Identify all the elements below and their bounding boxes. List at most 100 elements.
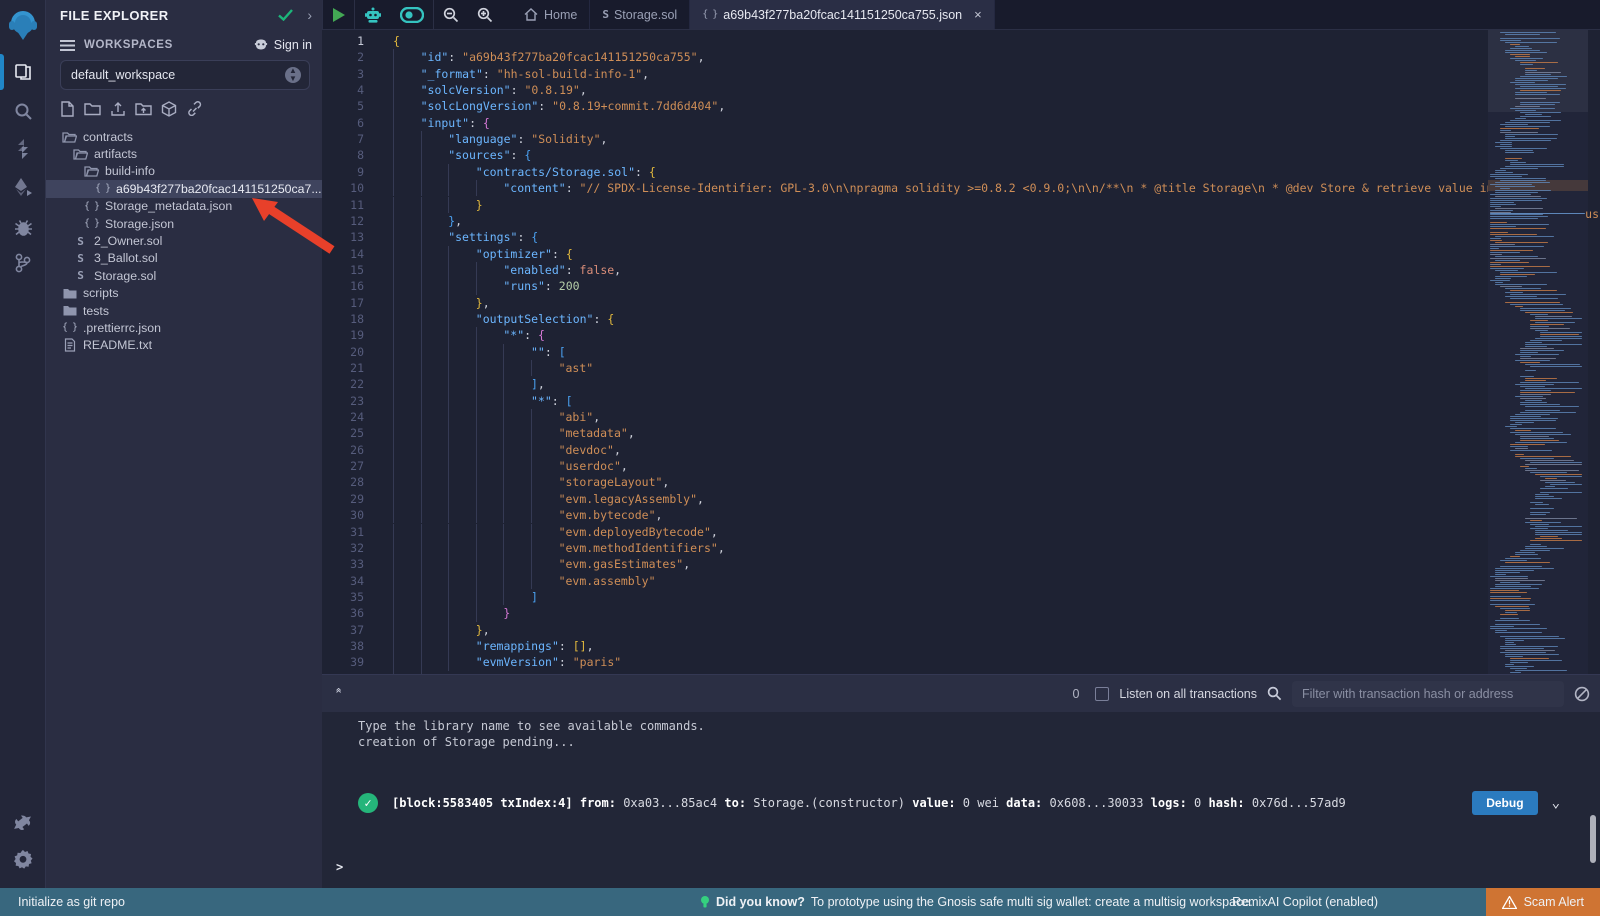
- upload-file-icon[interactable]: [110, 101, 126, 117]
- line-number: 22: [350, 376, 364, 392]
- tree-item-label: tests: [83, 304, 109, 318]
- code-line-9: "contracts/Storage.sol": {: [393, 164, 656, 180]
- code-line-25: "metadata",: [393, 425, 635, 441]
- terminal-toolbar: ⌃⌃ 0 Listen on all transactions: [322, 674, 1600, 712]
- tree-item-readme-txt[interactable]: README.txt: [46, 337, 322, 354]
- code-line-5: "solcLongVersion": "0.8.19+commit.7dd6d4…: [393, 98, 725, 114]
- tab-label: Home: [544, 8, 577, 22]
- tx-expand-chevron-icon[interactable]: ⌄: [1552, 795, 1560, 811]
- line-number: 27: [350, 458, 364, 474]
- clear-console-icon[interactable]: [1574, 686, 1590, 702]
- github-sign-in[interactable]: Sign in: [253, 38, 312, 52]
- code-line-28: "storageLayout",: [393, 474, 669, 490]
- line-number: 13: [350, 229, 364, 245]
- workspaces-label: WORKSPACES: [84, 39, 253, 51]
- link-icon[interactable]: [186, 101, 203, 117]
- terminal[interactable]: Type the library name to see available c…: [322, 712, 1600, 888]
- line-number: 15: [350, 262, 364, 278]
- tree-item-a69b43f277ba20fcac141151250ca7-[interactable]: { }a69b43f277ba20fcac141151250ca7...: [46, 180, 322, 197]
- tree-item-storage-sol[interactable]: SStorage.sol: [46, 267, 322, 284]
- new-folder-icon[interactable]: [84, 101, 101, 117]
- line-number: 10: [350, 180, 364, 196]
- load-cube-icon[interactable]: [161, 101, 177, 117]
- tx-log-text: [block:5583405 txIndex:4] from: 0xa03...…: [392, 796, 1346, 810]
- copilot-toggle[interactable]: [391, 0, 433, 29]
- editor-code: {"id": "a69b43f277ba20fcac141151250ca755…: [380, 30, 1488, 704]
- transaction-log-row[interactable]: ✓ [block:5583405 txIndex:4] from: 0xa03.…: [358, 791, 1560, 815]
- solidity-file-icon: S: [73, 269, 88, 282]
- debugger-icon[interactable]: [0, 212, 46, 242]
- code-line-17: },: [393, 295, 490, 311]
- zoom-out-icon[interactable]: [434, 0, 468, 29]
- editor-tabs: Home SStorage.sol{ }a69b43f277ba20fcac141…: [512, 0, 995, 29]
- workspaces-menu-icon[interactable]: [60, 39, 75, 52]
- listen-all-transactions-checkbox[interactable]: [1095, 687, 1109, 701]
- solidity-compiler-icon[interactable]: [0, 134, 46, 164]
- tree-item--prettierrc-json[interactable]: { }.prettierrc.json: [46, 319, 322, 336]
- workspace-name: default_workspace: [71, 68, 285, 82]
- tree-item-tests[interactable]: tests: [46, 302, 322, 319]
- tab-storage-sol[interactable]: SStorage.sol: [590, 0, 690, 29]
- code-line-6: "input": {: [393, 115, 490, 131]
- new-file-icon[interactable]: [60, 101, 75, 117]
- code-editor[interactable]: 1234567891011121314151617181920212223242…: [322, 30, 1600, 704]
- remixai-assistant-icon[interactable]: [355, 0, 391, 29]
- plugin-manager-icon[interactable]: [0, 808, 46, 838]
- file-tree: contractsartifacts build-info { }a69b43f27…: [46, 128, 322, 354]
- line-number: 23: [350, 393, 364, 409]
- file-explorer-icon[interactable]: [0, 57, 46, 87]
- tab-a69b43f277ba20fcac141151250ca755-json[interactable]: { }a69b43f277ba20fcac141151250ca755.json…: [690, 0, 995, 29]
- tree-item-label: 2_Owner.sol: [94, 234, 162, 248]
- editor-topbar: Home SStorage.sol{ }a69b43f277ba20fcac141…: [322, 0, 1600, 30]
- scam-alert-button[interactable]: Scam Alert: [1486, 888, 1600, 916]
- tx-success-check-icon: ✓: [358, 793, 378, 813]
- zoom-in-icon[interactable]: [468, 0, 502, 29]
- line-number: 29: [350, 491, 364, 507]
- tree-item-build-info[interactable]: build-info: [46, 163, 322, 180]
- copilot-status[interactable]: RemixAI Copilot (enabled): [1232, 895, 1378, 909]
- debug-button[interactable]: Debug: [1472, 791, 1537, 815]
- tree-item-3-ballot-sol[interactable]: S3_Ballot.sol: [46, 250, 322, 267]
- transaction-filter-input[interactable]: [1292, 681, 1564, 707]
- remix-logo-icon[interactable]: [0, 6, 46, 46]
- editor-minimap[interactable]: [1488, 30, 1588, 704]
- tab-close-icon[interactable]: ×: [974, 7, 982, 22]
- line-number: 8: [357, 147, 364, 163]
- line-number: 25: [350, 425, 364, 441]
- search-icon[interactable]: [0, 96, 46, 126]
- line-number: 26: [350, 442, 364, 458]
- tree-item-contracts[interactable]: contracts: [46, 128, 322, 145]
- line-number: 11: [350, 197, 364, 213]
- terminal-expand-icon[interactable]: ⌃⌃: [334, 690, 343, 698]
- tip-text: To prototype using the Gnosis safe multi…: [811, 895, 1253, 909]
- tree-item-label: README.txt: [83, 338, 152, 352]
- code-line-20: "": [: [393, 344, 566, 360]
- github-icon: [253, 38, 269, 52]
- tree-item-storage-json[interactable]: { }Storage.json: [46, 215, 322, 232]
- workspace-ok-check-icon: [278, 9, 293, 21]
- listen-all-transactions-label: Listen on all transactions: [1119, 687, 1257, 701]
- tab-home[interactable]: Home: [512, 0, 590, 29]
- tree-item-label: build-info: [105, 164, 155, 178]
- tree-item-storage-metadata-json[interactable]: { }Storage_metadata.json: [46, 198, 322, 215]
- code-line-38: "remappings": [],: [393, 638, 594, 654]
- code-line-12: },: [393, 213, 462, 229]
- run-script-button[interactable]: [323, 0, 354, 29]
- workspace-select[interactable]: default_workspace ▲▼: [60, 60, 310, 90]
- tree-item-artifacts[interactable]: artifacts: [46, 145, 322, 162]
- tree-item-2-owner-sol[interactable]: S 2_Owner.sol: [46, 232, 322, 249]
- folder-open-icon: [84, 165, 99, 177]
- panel-collapse-chevron-icon[interactable]: ›: [307, 7, 312, 23]
- terminal-scrollbar[interactable]: [1590, 815, 1596, 863]
- deploy-run-icon[interactable]: [0, 172, 46, 202]
- tree-item-scripts[interactable]: scripts: [46, 285, 322, 302]
- git-init-button[interactable]: Initialize as git repo: [18, 895, 125, 909]
- settings-gear-icon[interactable]: [0, 844, 46, 874]
- line-number: 17: [350, 295, 364, 311]
- solidity-file-icon: S: [73, 235, 88, 248]
- line-number: 5: [357, 98, 364, 114]
- upload-folder-icon[interactable]: [135, 101, 152, 117]
- terminal-prompt[interactable]: >: [336, 860, 343, 874]
- git-icon[interactable]: [0, 248, 46, 278]
- code-line-35: ]: [393, 589, 538, 605]
